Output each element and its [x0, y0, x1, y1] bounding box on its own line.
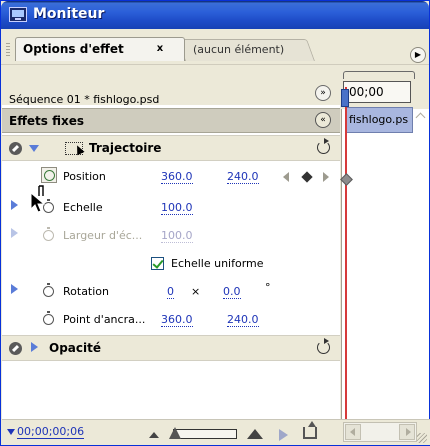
tab-no-item-label[interactable]: (aucun élément)	[193, 43, 284, 56]
playhead-line[interactable]	[345, 87, 347, 419]
largeur-value: 100.0	[161, 229, 193, 243]
echelle-value[interactable]: 100.0	[161, 201, 193, 215]
window-title: Moniteur	[33, 6, 105, 22]
fixed-effects-title: Effets fixes	[9, 114, 85, 128]
clip-label: fishlogo.ps	[349, 113, 409, 126]
prev-keyframe-icon[interactable]	[283, 172, 289, 182]
tab-effect-options-label[interactable]: Options d'effet	[23, 42, 124, 56]
ancrage-x-value[interactable]: 360.0	[161, 313, 193, 327]
rotation-label: Rotation	[63, 285, 110, 298]
reset-trajectoire-icon[interactable]	[317, 138, 330, 154]
rotation-degrees-value[interactable]: 0.0	[223, 285, 241, 299]
effect-toggle-icon[interactable]	[9, 142, 22, 155]
position-stopwatch-icon[interactable]	[41, 167, 57, 183]
monitor-icon	[9, 7, 27, 22]
sequence-label: Séquence 01 * fishlogo.psd	[9, 93, 160, 106]
trajectoire-label: Trajectoire	[89, 141, 162, 155]
title-bar[interactable]: Moniteur	[1, 1, 429, 29]
playhead-handle[interactable]	[341, 89, 349, 107]
trajectory-transform-icon[interactable]	[65, 142, 83, 155]
scroll-left-icon[interactable]	[345, 424, 361, 440]
uniform-scale-checkbox[interactable]	[151, 257, 164, 270]
work-area-bracket[interactable]	[343, 71, 415, 79]
zoom-in-icon[interactable]	[247, 429, 263, 439]
export-icon[interactable]	[303, 421, 317, 439]
panel-grip-icon[interactable]	[6, 43, 10, 57]
zoom-slider-thumb[interactable]	[169, 427, 181, 439]
effect-row-trajectoire	[2, 135, 340, 161]
effect-controls-window: Moniteur (aucun élément) Options d'effet…	[0, 0, 430, 446]
reset-opacite-icon[interactable]	[317, 338, 330, 354]
scroll-right-icon[interactable]	[399, 424, 415, 440]
play-audio-icon[interactable]	[279, 429, 288, 441]
ancrage-label: Point d'ancra...	[63, 313, 146, 326]
timeline-timecode: 00;00	[349, 85, 384, 99]
opacite-label: Opacité	[49, 341, 101, 355]
rotation-turns-value[interactable]: 0	[167, 285, 174, 299]
uniform-scale-label[interactable]: Echelle uniforme	[171, 257, 264, 270]
resize-grip-icon[interactable]	[417, 433, 427, 443]
rotation-stopwatch-icon[interactable]	[43, 283, 54, 297]
timecode-menu-icon[interactable]	[7, 429, 15, 435]
next-keyframe-icon[interactable]	[323, 172, 329, 182]
largeur-label: Largeur d'éc...	[63, 229, 143, 242]
expand-largeur-icon	[11, 228, 18, 238]
expand-trajectoire-icon[interactable]	[29, 145, 39, 152]
mouse-cursor-icon	[30, 185, 46, 213]
show-timeline-button[interactable]: »	[315, 85, 331, 101]
position-label: Position	[63, 170, 106, 183]
ancrage-stopwatch-icon[interactable]	[43, 311, 54, 325]
opacite-toggle-icon[interactable]	[9, 342, 22, 355]
tab-close-icon[interactable]: x	[153, 43, 167, 55]
current-timecode[interactable]: 00;00;00;06	[17, 425, 85, 439]
expand-echelle-icon[interactable]	[11, 200, 18, 210]
scroll-up-icon[interactable]	[414, 109, 428, 125]
echelle-label: Echelle	[63, 201, 103, 214]
zoom-slider[interactable]	[173, 429, 237, 439]
expand-opacite-icon[interactable]	[31, 342, 38, 352]
zoom-out-icon[interactable]	[149, 432, 159, 438]
degree-sign: °	[265, 281, 271, 294]
ancrage-y-value[interactable]: 240.0	[227, 313, 259, 327]
position-y-value[interactable]: 240.0	[227, 170, 259, 184]
panel-menu-button[interactable]: ▶	[410, 47, 426, 63]
collapse-section-button[interactable]: «	[315, 112, 331, 128]
largeur-stopwatch-icon	[43, 227, 54, 241]
position-x-value[interactable]: 360.0	[161, 170, 193, 184]
expand-rotation-icon[interactable]	[11, 284, 18, 294]
rotation-times-sign: ×	[191, 285, 201, 298]
